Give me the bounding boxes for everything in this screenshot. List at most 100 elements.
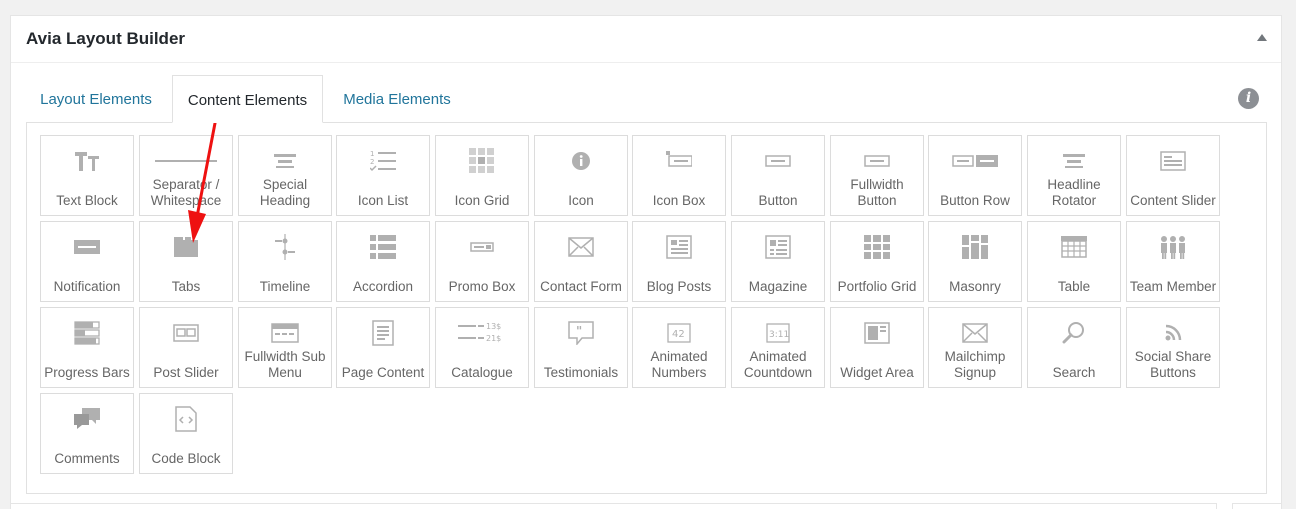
tabs-icon xyxy=(140,234,232,260)
element-label: Notification xyxy=(53,279,121,294)
element-label: Button Row xyxy=(940,193,1010,208)
element-page-content[interactable]: Page Content xyxy=(336,307,430,388)
element-label: Special Heading xyxy=(259,177,311,208)
element-icon[interactable]: Icon xyxy=(534,135,628,216)
icon-grid-icon xyxy=(436,148,528,174)
element-post-slider[interactable]: Post Slider xyxy=(139,307,233,388)
element-label: Table xyxy=(1057,279,1091,294)
element-code-block[interactable]: Code Block xyxy=(139,393,233,474)
element-label: Masonry xyxy=(949,279,1001,294)
envelope-icon xyxy=(535,234,627,260)
accordion-icon xyxy=(337,234,429,260)
element-label: Icon Grid xyxy=(454,193,510,208)
promo-box-icon xyxy=(436,234,528,260)
element-progress-bars[interactable]: Progress Bars xyxy=(40,307,134,388)
svg-text:1: 1 xyxy=(370,150,374,158)
portfolio-grid-icon xyxy=(831,234,923,260)
element-fullwidth-sub-menu[interactable]: Fullwidth Sub Menu xyxy=(238,307,332,388)
element-table[interactable]: Table xyxy=(1027,221,1121,302)
element-icon-list[interactable]: 1 2 Icon List xyxy=(336,135,430,216)
element-contact-form[interactable]: Contact Form xyxy=(534,221,628,302)
element-timeline[interactable]: Timeline xyxy=(238,221,332,302)
element-separator-whitespace[interactable]: Separator / Whitespace xyxy=(139,135,233,216)
page-content-icon xyxy=(337,320,429,346)
element-icon-grid[interactable]: Icon Grid xyxy=(435,135,529,216)
button-icon xyxy=(732,148,824,174)
element-label: Accordion xyxy=(352,279,414,294)
element-magazine[interactable]: Magazine xyxy=(731,221,825,302)
svg-text:": " xyxy=(576,324,582,338)
headline-rotator-icon xyxy=(1028,148,1120,174)
svg-text:2: 2 xyxy=(370,158,374,166)
element-icon-box[interactable]: Icon Box xyxy=(632,135,726,216)
info-circle-icon xyxy=(535,148,627,174)
element-widget-area[interactable]: Widget Area xyxy=(830,307,924,388)
element-portfolio-grid[interactable]: Portfolio Grid xyxy=(830,221,924,302)
element-notification[interactable]: Notification xyxy=(40,221,134,302)
element-label: Post Slider xyxy=(153,365,219,380)
element-animated-numbers[interactable]: 42 Animated Numbers xyxy=(632,307,726,388)
comments-icon xyxy=(41,406,133,432)
element-fullwidth-button[interactable]: Fullwidth Button xyxy=(830,135,924,216)
element-animated-countdown[interactable]: 3:11 Animated Countdown xyxy=(731,307,825,388)
next-panel-edge xyxy=(10,503,1217,509)
element-special-heading[interactable]: Special Heading xyxy=(238,135,332,216)
notification-icon xyxy=(41,234,133,260)
element-blog-posts[interactable]: Blog Posts xyxy=(632,221,726,302)
info-icon[interactable]: i xyxy=(1238,88,1259,109)
element-label: Search xyxy=(1052,365,1096,380)
element-label: Timeline xyxy=(259,279,311,294)
element-headline-rotator[interactable]: Headline Rotator xyxy=(1027,135,1121,216)
element-mailchimp-signup[interactable]: Mailchimp Signup xyxy=(928,307,1022,388)
sub-menu-icon xyxy=(239,320,331,346)
element-label: Button xyxy=(758,193,798,208)
element-label: Separator / Whitespace xyxy=(150,177,222,208)
tab-media-elements[interactable]: Media Elements xyxy=(337,75,457,122)
progress-bars-icon xyxy=(41,320,133,346)
svg-text:13$: 13$ xyxy=(486,322,501,331)
element-label: Catalogue xyxy=(451,365,513,380)
masonry-icon xyxy=(929,234,1021,260)
element-label: Fullwidth Sub Menu xyxy=(244,349,326,380)
blog-posts-icon xyxy=(633,234,725,260)
element-label: Headline Rotator xyxy=(1047,177,1101,208)
element-button[interactable]: Button xyxy=(731,135,825,216)
tab-content-elements[interactable]: Content Elements xyxy=(172,75,323,123)
element-accordion[interactable]: Accordion xyxy=(336,221,430,302)
element-team-member[interactable]: Team Member xyxy=(1126,221,1220,302)
text-block-icon xyxy=(41,148,133,174)
element-label: Blog Posts xyxy=(646,279,712,294)
icon-box-icon xyxy=(633,148,725,174)
element-label: Progress Bars xyxy=(44,365,130,380)
tab-layout-elements[interactable]: Layout Elements xyxy=(26,75,166,122)
element-label: Fullwidth Button xyxy=(850,177,904,208)
element-comments[interactable]: Comments xyxy=(40,393,134,474)
element-content-slider[interactable]: Content Slider xyxy=(1126,135,1220,216)
element-testimonials[interactable]: " Testimonials xyxy=(534,307,628,388)
element-masonry[interactable]: Masonry xyxy=(928,221,1022,302)
element-label: Page Content xyxy=(341,365,425,380)
svg-text:42: 42 xyxy=(672,329,685,340)
element-label: Social Share Buttons xyxy=(1134,349,1212,380)
panel-header[interactable]: Avia Layout Builder xyxy=(11,16,1281,63)
element-text-block[interactable]: Text Block xyxy=(40,135,134,216)
element-label: Portfolio Grid xyxy=(837,279,917,294)
icon-list-icon: 12 xyxy=(337,148,429,174)
next-panel-edge-right xyxy=(1232,503,1282,509)
search-icon xyxy=(1028,320,1120,346)
separator-icon xyxy=(140,148,232,174)
element-search[interactable]: Search xyxy=(1027,307,1121,388)
element-promo-box[interactable]: Promo Box xyxy=(435,221,529,302)
element-tabs[interactable]: Tabs xyxy=(139,221,233,302)
collapse-arrow-icon[interactable] xyxy=(1257,34,1267,41)
element-label: Animated Numbers xyxy=(650,349,708,380)
element-social-share-buttons[interactable]: Social Share Buttons xyxy=(1126,307,1220,388)
element-button-row[interactable]: Button Row xyxy=(928,135,1022,216)
element-label: Comments xyxy=(54,451,120,466)
element-label: Text Block xyxy=(56,193,118,208)
button-row-icon xyxy=(929,148,1021,174)
element-label: Team Member xyxy=(1129,279,1217,294)
element-catalogue[interactable]: 13$ 21$ Catalogue xyxy=(435,307,529,388)
table-icon xyxy=(1028,234,1120,260)
element-label: Contact Form xyxy=(540,279,622,294)
